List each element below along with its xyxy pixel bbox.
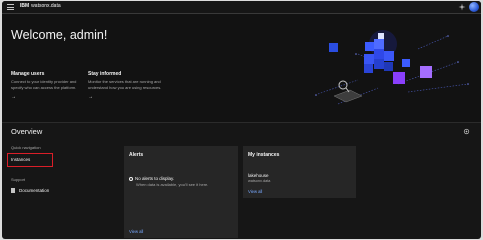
documentation-label: Documentation bbox=[19, 188, 50, 193]
arrow-right-icon[interactable]: → bbox=[11, 94, 86, 100]
alerts-title: Alerts bbox=[129, 152, 144, 158]
no-alerts-title: No alerts to display. bbox=[135, 176, 175, 181]
manage-users-heading: Manage users bbox=[11, 71, 45, 77]
stay-informed-description: Monitor the services that are running an… bbox=[88, 79, 162, 90]
user-avatar[interactable] bbox=[469, 2, 479, 12]
instance-name[interactable]: lakehouse bbox=[248, 173, 269, 178]
no-alerts-subtitle: When data is available, you'll see it he… bbox=[136, 182, 209, 187]
overview-header: Overview bbox=[2, 123, 481, 137]
arrow-right-icon[interactable]: → bbox=[88, 94, 163, 100]
my-instances-tile: My instances lakehouse watsonx.data View… bbox=[243, 146, 356, 198]
quick-navigation-label: Quick navigation bbox=[11, 145, 41, 150]
welcome-banner: Welcome, admin! Manage users Connect to … bbox=[2, 14, 481, 123]
sparkle-icon[interactable] bbox=[458, 3, 466, 11]
nav-link-documentation[interactable]: Documentation bbox=[11, 188, 49, 193]
my-instances-title: My instances bbox=[248, 152, 280, 158]
hero-illustration bbox=[315, 30, 469, 105]
alerts-view-all-link[interactable]: View all bbox=[129, 229, 143, 234]
top-navigation-bar: IBM watsonx.data bbox=[2, 1, 481, 14]
gear-icon[interactable] bbox=[463, 128, 470, 135]
no-alerts-message: No alerts to display. bbox=[129, 176, 174, 181]
product-brand[interactable]: IBM watsonx.data bbox=[20, 3, 61, 10]
overview-title: Overview bbox=[11, 127, 43, 136]
document-icon bbox=[11, 188, 15, 193]
manage-users-card[interactable]: Manage users Connect to your identity pr… bbox=[11, 71, 86, 100]
nav-link-instances[interactable]: Instances bbox=[11, 157, 30, 162]
stay-informed-heading: Stay informed bbox=[88, 71, 122, 77]
stay-informed-card[interactable]: Stay informed Monitor the services that … bbox=[88, 71, 163, 100]
hamburger-menu-icon[interactable] bbox=[7, 4, 14, 11]
instance-type: watsonx.data bbox=[248, 179, 271, 183]
instances-view-all-link[interactable]: View all bbox=[248, 189, 262, 194]
brand-product: watsonx.data bbox=[31, 3, 61, 9]
app-window: IBM watsonx.data Welcome, admin! Manage u… bbox=[2, 1, 481, 239]
welcome-title: Welcome, admin! bbox=[11, 28, 108, 42]
brand-ibm: IBM bbox=[20, 3, 30, 9]
info-icon bbox=[129, 176, 133, 181]
support-label: Support bbox=[11, 177, 26, 182]
alerts-tile: Alerts No alerts to display. When data i… bbox=[124, 146, 238, 238]
manage-users-description: Connect to your identity provider and sp… bbox=[11, 79, 77, 90]
